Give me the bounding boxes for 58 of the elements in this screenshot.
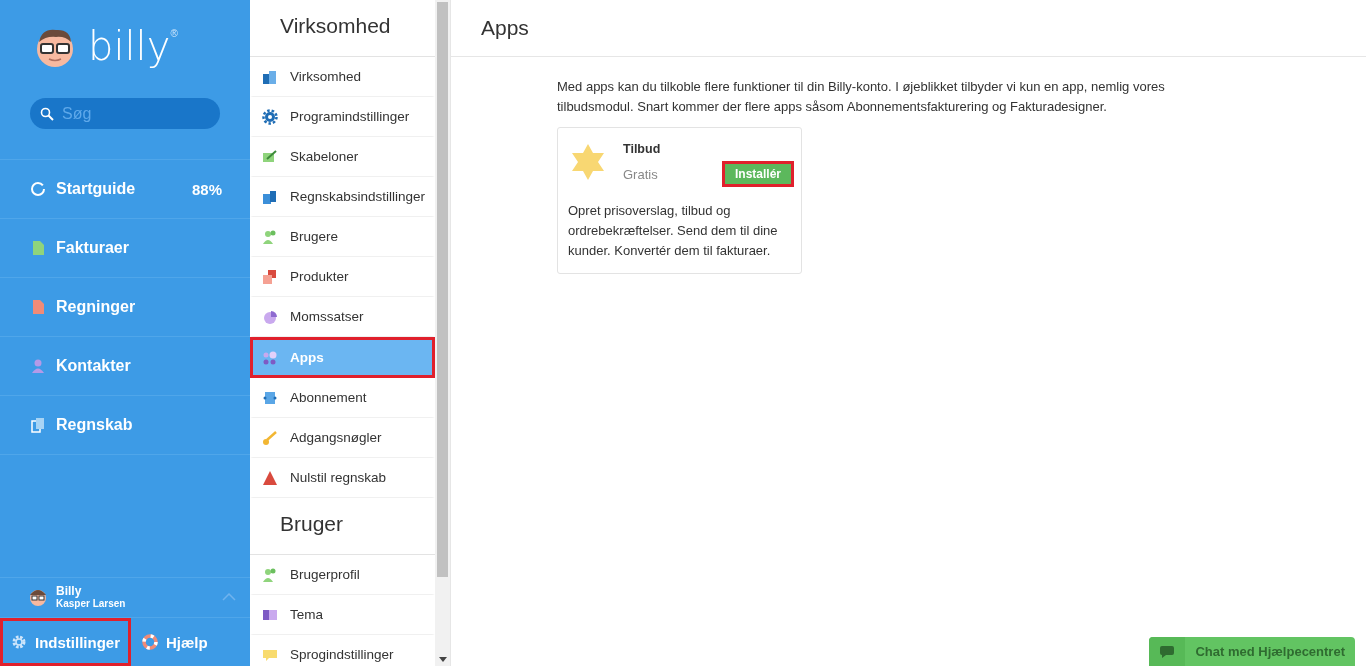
footer-label: Hjælp xyxy=(166,633,208,651)
nav-label: Regninger xyxy=(56,298,137,316)
nav-label: Startguide xyxy=(56,180,137,198)
nav-label: Regnskab xyxy=(56,416,134,434)
gear-icon xyxy=(262,108,278,125)
progress-percent: 88% xyxy=(191,180,222,198)
speech-bubble-icon xyxy=(1159,644,1176,659)
settings-label: Momssatser xyxy=(290,309,364,324)
settings-label: Produkter xyxy=(290,269,349,284)
pages-icon xyxy=(262,188,278,205)
app-price: Gratis xyxy=(623,166,658,182)
ticket-icon xyxy=(262,389,278,406)
search-field[interactable]: Søg xyxy=(30,98,220,129)
pencil-card-icon xyxy=(262,148,278,165)
intro-text: Med apps kan du tilkoble flere funktioner til din Billy-konto. I øjeblikket tilbyder vi kun en app, nemlig vores tilbudsmodul. Snart kommer der flere apps såsom Abonnementsfakturering og Fakturadesigner. xyxy=(557,78,1166,116)
progress-ring-icon xyxy=(30,181,46,197)
people-icon xyxy=(262,566,278,583)
gear-icon xyxy=(11,634,27,650)
footer-label: Indstillinger xyxy=(35,633,120,651)
lifebuoy-icon xyxy=(142,634,158,650)
dots-icon xyxy=(262,349,278,366)
settings-label: Virksomhed xyxy=(290,69,362,84)
settings-label: Adgangsnøgler xyxy=(290,430,382,445)
caret-down-icon xyxy=(438,657,447,662)
scrollbar-thumb[interactable] xyxy=(437,2,448,577)
warning-triangle-icon xyxy=(262,469,278,486)
nav-label: Fakturaer xyxy=(56,239,130,257)
settings-label: Programindstillinger xyxy=(290,109,410,124)
app-name: Tilbud xyxy=(623,142,662,156)
chevron-up-icon xyxy=(222,592,236,601)
settings-label: Nulstil regnskab xyxy=(290,470,387,485)
search-icon xyxy=(40,107,54,121)
pages-icon xyxy=(30,417,46,433)
settings-label: Sprogindstillinger xyxy=(290,647,394,662)
page-title: Apps xyxy=(481,16,529,40)
settings-label: Brugere xyxy=(290,229,339,244)
settings-label: Brugerprofil xyxy=(290,567,360,582)
key-icon xyxy=(262,429,278,446)
pie-icon xyxy=(262,308,278,325)
brand-name: billy xyxy=(88,24,171,68)
settings-label: Apps xyxy=(290,350,324,365)
chat-label: Chat med Hjælpecentret xyxy=(1194,643,1346,661)
settings-label: Regnskabsindstillinger xyxy=(290,189,426,204)
user-name: Kasper Larsen xyxy=(56,598,127,609)
registered-mark: ® xyxy=(170,28,178,39)
settings-label: Skabeloner xyxy=(290,149,359,164)
person-icon xyxy=(30,358,46,374)
company-name: Billy xyxy=(56,584,83,598)
document-icon xyxy=(30,240,46,256)
people-icon xyxy=(262,228,278,245)
settings-label: Tema xyxy=(290,607,323,622)
document-icon xyxy=(30,299,46,315)
bars-icon xyxy=(262,68,278,85)
nav-label: Kontakter xyxy=(56,357,132,375)
scrollbar[interactable] xyxy=(435,0,450,666)
app-description: Opret prisoverslag, tilbud og ordrebekræftelser. Send dem til dine kunder. Konvertér dem til fakturaer. xyxy=(568,202,779,260)
squares-icon xyxy=(262,268,278,285)
settings-label: Abonnement xyxy=(290,390,367,405)
